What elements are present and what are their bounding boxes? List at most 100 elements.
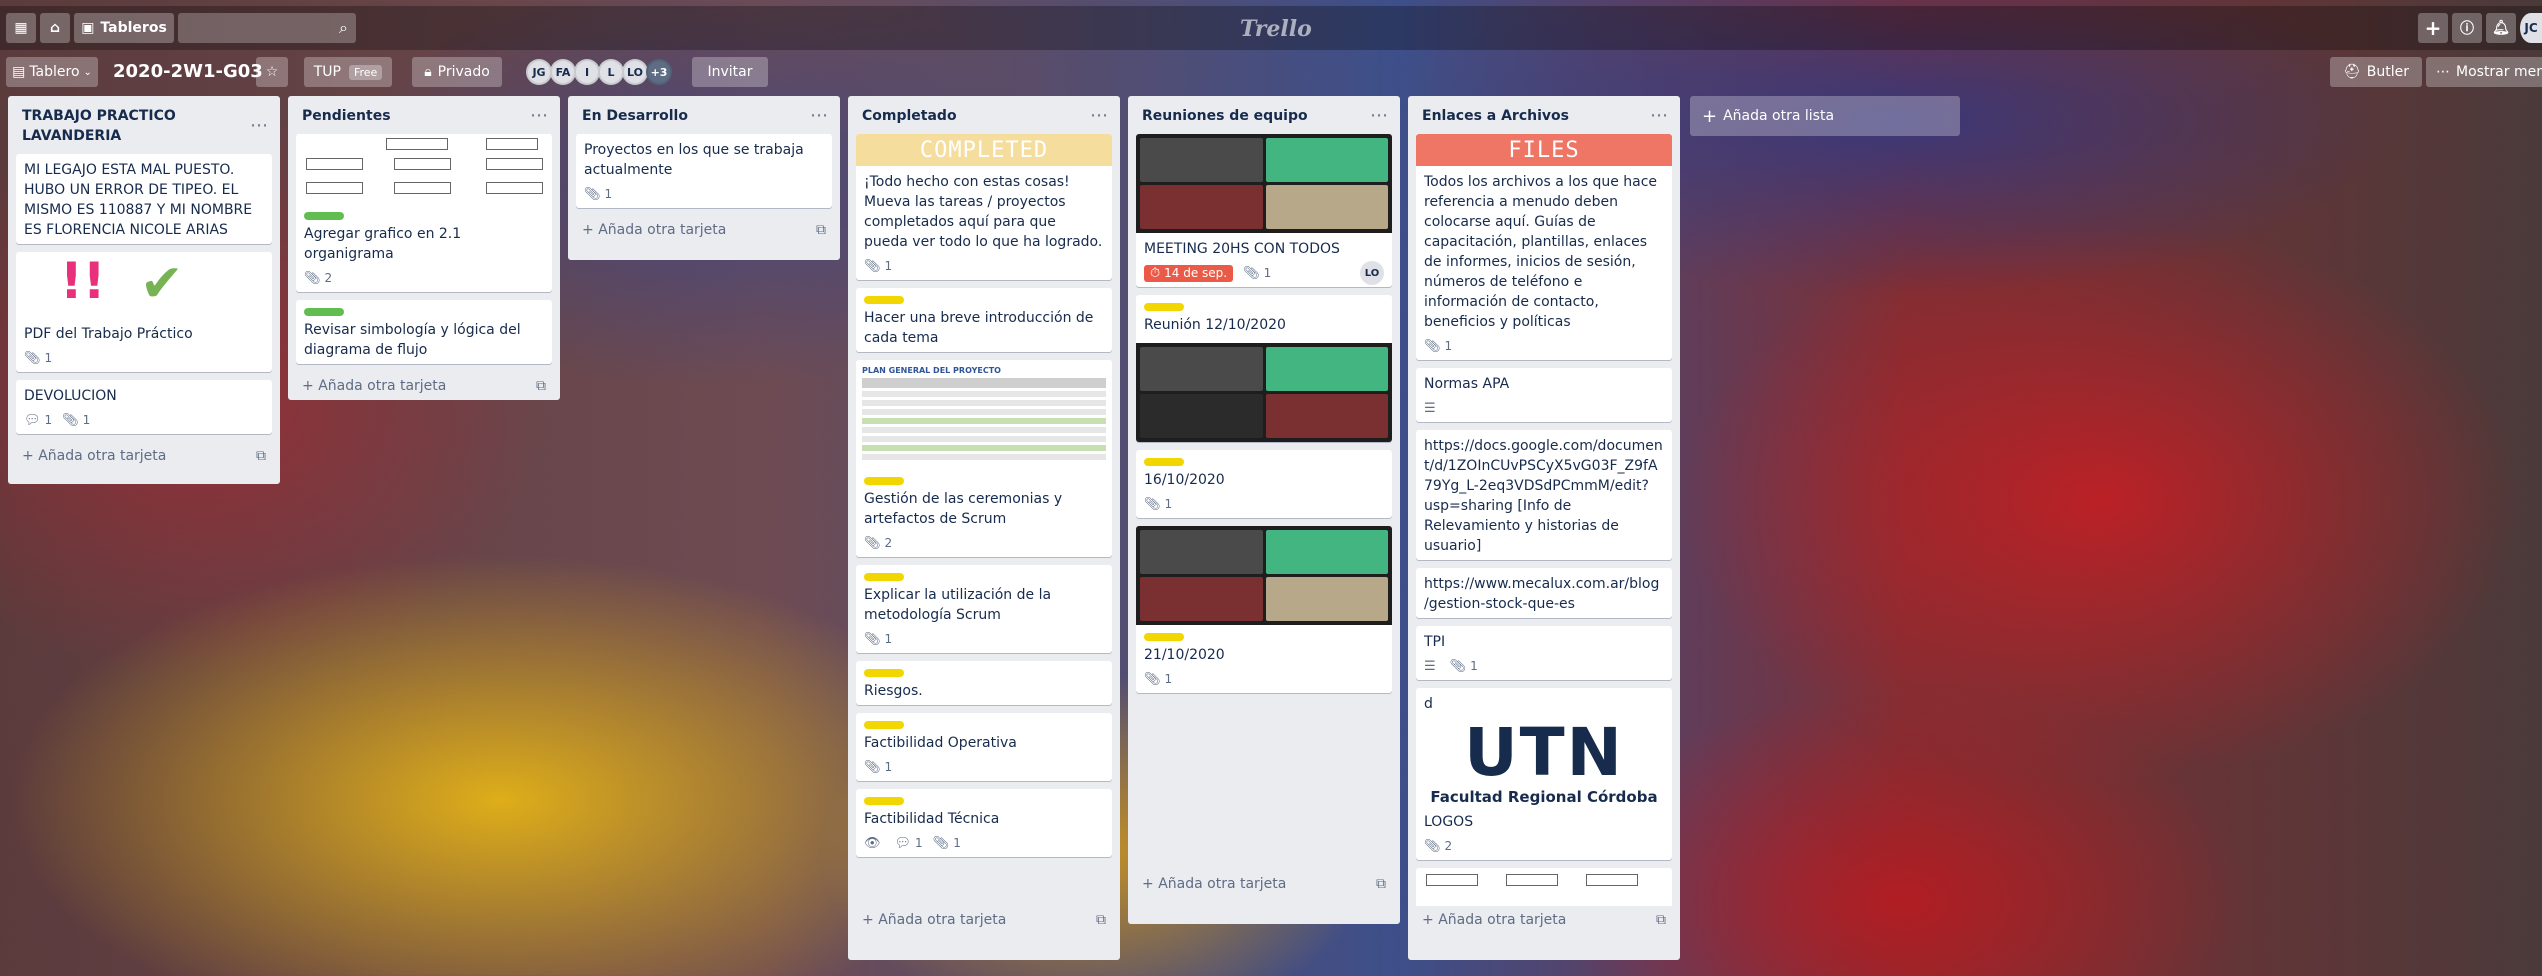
card-title: 21/10/2020: [1144, 647, 1225, 663]
add-card-button[interactable]: + Añada otra tarjeta ⧉: [1416, 906, 1672, 934]
member-avatar[interactable]: FA: [550, 59, 576, 85]
card[interactable]: Hacer una breve introducción de cada tem…: [856, 288, 1112, 352]
yellow-label: [864, 721, 904, 729]
add-card-button[interactable]: + Añada otra tarjeta ⧉: [856, 906, 1112, 934]
card[interactable]: MEETING 20HS CON TODOS ⏱︎ 14 de sep. 📎︎ 1 …: [1136, 134, 1392, 287]
member-avatar[interactable]: L: [598, 59, 624, 85]
plus-icon: +: [862, 912, 879, 928]
card-cover-image: [1136, 526, 1392, 625]
plus-icon: +: [302, 378, 319, 394]
card[interactable]: https://www.mecalux.com.ar/blog/gestion-…: [1416, 568, 1672, 618]
list-reuniones: Reuniones de equipo ⋯ MEETING 20HS CON T…: [1128, 96, 1400, 924]
template-icon[interactable]: ⧉: [816, 222, 826, 238]
list-pendientes: Pendientes ⋯ Agregar grafico en 2.1 orga…: [288, 96, 560, 400]
member-avatar[interactable]: JG: [526, 59, 552, 85]
attachment-badge: 📎︎ 2: [1424, 838, 1453, 854]
list-title[interactable]: Pendientes: [302, 106, 391, 126]
card-member-avatar[interactable]: LO: [1360, 261, 1384, 285]
template-icon[interactable]: ⧉: [1376, 876, 1386, 892]
search-icon: ⌕: [339, 18, 348, 37]
eye-icon: 👁︎: [864, 835, 881, 851]
card[interactable]: FILES Todos los archivos a los que hace …: [1416, 134, 1672, 360]
list-menu-icon[interactable]: ⋯: [1650, 107, 1668, 125]
invite-button[interactable]: Invitar: [692, 57, 768, 87]
attachment-badge: 📎︎ 1: [1424, 338, 1453, 354]
yellow-label: [864, 573, 904, 581]
plus-icon: +: [1142, 876, 1159, 892]
card[interactable]: d UTN Facultad Regional Córdoba LOGOS 📎︎…: [1416, 688, 1672, 860]
paperclip-icon: 📎︎: [1243, 265, 1260, 281]
lock-icon: 🔒︎: [424, 64, 432, 80]
card[interactable]: Reunión 12/10/2020: [1136, 295, 1392, 442]
card[interactable]: 16/10/2020 📎︎ 1: [1136, 450, 1392, 518]
notifications-bell-icon[interactable]: 🔔︎: [2486, 13, 2516, 43]
add-card-button[interactable]: + Añada otra tarjeta ⧉: [576, 216, 832, 244]
check-mark-icon: ✔: [140, 254, 184, 314]
trello-logo: Trello: [1240, 16, 1312, 42]
home-icon[interactable]: ⌂: [40, 13, 70, 43]
card[interactable]: [1416, 868, 1672, 906]
add-card-button[interactable]: + Añada otra tarjeta ⧉: [16, 442, 272, 470]
add-card-button[interactable]: + Añada otra tarjeta ⧉: [296, 372, 552, 400]
plus-icon: +: [582, 222, 599, 238]
card[interactable]: COMPLETED ¡Todo hecho con estas cosas! M…: [856, 134, 1112, 280]
card[interactable]: Agregar grafico en 2.1 organigrama 📎︎ 2: [296, 134, 552, 292]
search-input[interactable]: ⌕: [178, 13, 356, 43]
card[interactable]: 21/10/2020 📎︎ 1: [1136, 526, 1392, 693]
create-plus-icon[interactable]: +: [2418, 13, 2448, 43]
list-title[interactable]: TRABAJO PRACTICO LAVANDERIA: [22, 106, 250, 146]
member-avatar[interactable]: I: [574, 59, 600, 85]
privacy-button[interactable]: 🔒︎ Privado: [412, 57, 502, 87]
card[interactable]: MI LEGAJO ESTA MAL PUESTO. HUBO UN ERROR…: [16, 154, 272, 244]
attachment-badge: 📎︎ 1: [584, 186, 613, 202]
card[interactable]: DEVOLUCION 💬︎ 1 📎︎ 1: [16, 380, 272, 434]
list-title[interactable]: Completado: [862, 106, 957, 126]
attachment-badge: 📎︎ 1: [1144, 671, 1173, 687]
comment-icon: 💬︎: [24, 412, 41, 428]
card[interactable]: Riesgos.: [856, 661, 1112, 705]
due-date-badge[interactable]: ⏱︎ 14 de sep.: [1144, 264, 1234, 282]
list-menu-icon[interactable]: ⋯: [1090, 107, 1108, 125]
list-menu-icon[interactable]: ⋯: [250, 117, 268, 135]
card-title: MI LEGAJO ESTA MAL PUESTO. HUBO UN ERROR…: [24, 162, 253, 238]
more-members-badge[interactable]: +3: [646, 59, 672, 85]
template-icon[interactable]: ⧉: [1656, 912, 1666, 928]
star-icon[interactable]: ☆: [256, 57, 288, 87]
list-title[interactable]: En Desarrollo: [582, 106, 688, 126]
template-icon[interactable]: ⧉: [536, 378, 546, 394]
card[interactable]: Normas APA ☰: [1416, 368, 1672, 422]
team-button[interactable]: TUP Free: [304, 57, 392, 87]
info-icon[interactable]: ⓘ: [2452, 13, 2482, 43]
paperclip-icon: 📎︎: [304, 270, 321, 286]
add-list-button[interactable]: + Añada otra lista: [1690, 96, 1960, 136]
list-menu-icon[interactable]: ⋯: [810, 107, 828, 125]
list-menu-icon[interactable]: ⋯: [1370, 107, 1388, 125]
butler-button[interactable]: ⛑︎ Butler: [2330, 57, 2422, 87]
yellow-label: [1144, 458, 1184, 466]
card[interactable]: !! ✔ PDF del Trabajo Práctico 📎︎ 1: [16, 252, 272, 372]
apps-grid-icon[interactable]: ▦: [6, 13, 36, 43]
description-badge: ☰: [1424, 401, 1440, 416]
card[interactable]: Proyectos en los que se trabaja actualme…: [576, 134, 832, 208]
show-menu-button[interactable]: ⋯ Mostrar menú: [2426, 57, 2542, 87]
template-icon[interactable]: ⧉: [1096, 912, 1106, 928]
card[interactable]: Factibilidad Técnica 👁︎ 💬︎ 1 📎︎ 1: [856, 789, 1112, 857]
card[interactable]: PLAN GENERAL DEL PROYECTO Gestión de las…: [856, 360, 1112, 557]
add-card-button[interactable]: + Añada otra tarjeta ⧉: [1136, 870, 1392, 898]
card-title: https://docs.google.com/document/d/1ZOIn…: [1424, 438, 1663, 554]
member-avatar[interactable]: LO: [622, 59, 648, 85]
board-title[interactable]: 2020-2W1-G03: [113, 61, 263, 82]
list-menu-icon[interactable]: ⋯: [530, 107, 548, 125]
boards-button[interactable]: ▣ Tableros: [74, 13, 174, 43]
board-view-switcher[interactable]: ▤ Tablero ⌄: [6, 57, 98, 87]
list-title[interactable]: Enlaces a Archivos: [1422, 106, 1569, 126]
list-title[interactable]: Reuniones de equipo: [1142, 106, 1308, 126]
chevron-down-icon: ⌄: [83, 66, 92, 78]
card[interactable]: https://docs.google.com/document/d/1ZOIn…: [1416, 430, 1672, 560]
card[interactable]: Revisar simbología y lógica del diagrama…: [296, 300, 552, 364]
template-icon[interactable]: ⧉: [256, 448, 266, 464]
card[interactable]: Factibilidad Operativa 📎︎ 1: [856, 713, 1112, 781]
card[interactable]: Explicar la utilización de la metodologí…: [856, 565, 1112, 653]
card[interactable]: TPI ☰ 📎︎ 1: [1416, 626, 1672, 680]
user-avatar[interactable]: JC: [2520, 13, 2542, 43]
